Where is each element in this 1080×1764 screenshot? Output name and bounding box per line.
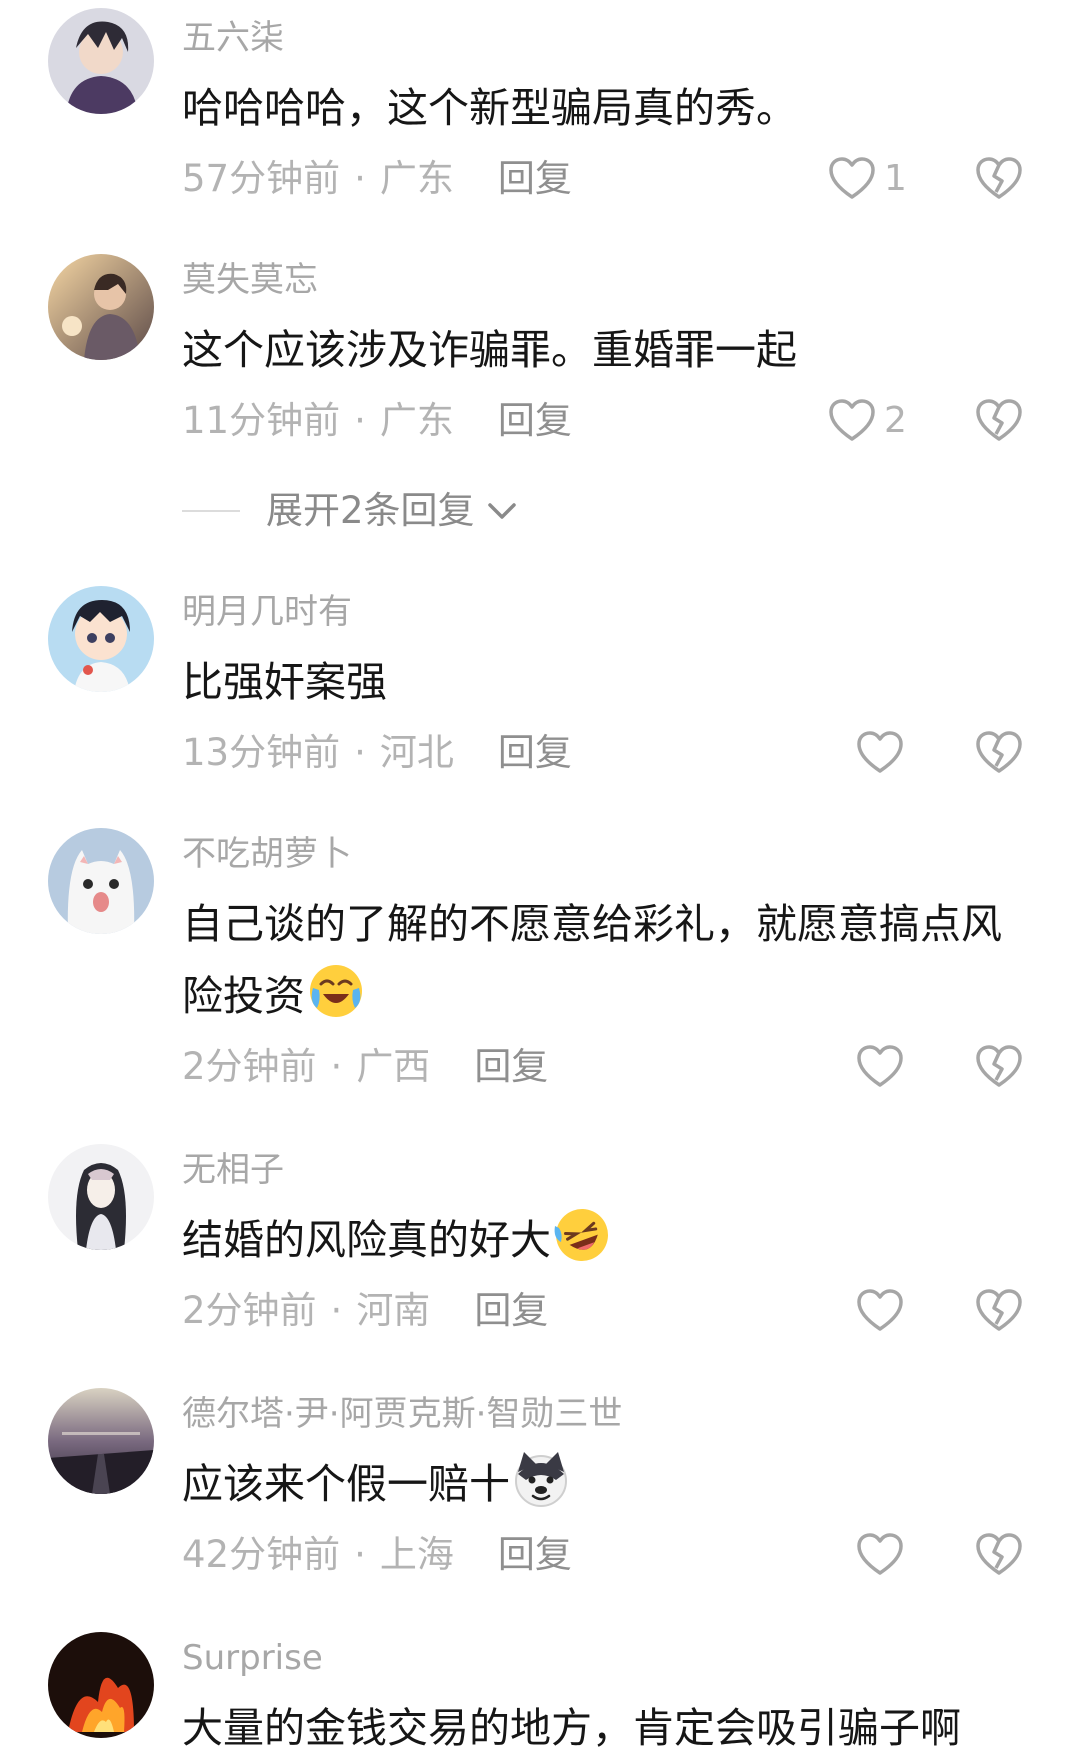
dislike-button[interactable] <box>975 1044 1023 1090</box>
broken-heart-icon <box>976 157 1022 199</box>
dislike-button[interactable] <box>975 1532 1023 1578</box>
comment-text: 哈哈哈哈，这个新型骗局真的秀。 <box>182 84 797 132</box>
avatar[interactable] <box>48 1144 154 1250</box>
comment-text-content: 结婚的风险真的好大 <box>182 1216 551 1264</box>
comment-text: 自己谈的了解的不愿意给彩礼，就愿意搞点风险投资 <box>182 888 1012 1032</box>
comment-time: 11分钟前 <box>182 399 341 442</box>
comment-meta: 2分钟前 · 河南 回复 <box>182 1288 548 1334</box>
reply-button[interactable]: 回复 <box>474 1045 548 1088</box>
username[interactable]: Surprise <box>182 1638 323 1678</box>
heart-icon <box>857 1533 903 1575</box>
comment-text: 大量的金钱交易的地方，肯定会吸引骗子啊 <box>182 1704 961 1752</box>
crying-laughing-emoji <box>307 962 365 1020</box>
meta-separator: · <box>330 1289 343 1332</box>
heart-icon <box>857 731 903 773</box>
username[interactable]: 明月几时有 <box>182 592 352 632</box>
reply-button[interactable]: 回复 <box>498 731 572 774</box>
heart-icon <box>857 1289 903 1331</box>
comment-meta: 57分钟前 · 广东 回复 <box>182 156 572 202</box>
heart-icon <box>857 1045 903 1087</box>
meta-separator: · <box>354 157 366 200</box>
comment-location: 河北 <box>379 731 454 774</box>
comment-text: 比强奸案强 <box>182 658 387 706</box>
comment-time: 42分钟前 <box>182 1533 341 1576</box>
avatar-image <box>48 1632 154 1738</box>
like-button[interactable] <box>856 1530 904 1580</box>
broken-heart-icon <box>976 1289 1022 1331</box>
username[interactable]: 不吃胡萝卜 <box>182 834 352 874</box>
rolling-laughing-emoji <box>553 1206 611 1264</box>
comment-time: 2分钟前 <box>182 1289 317 1332</box>
heart-icon <box>829 157 875 199</box>
comment-location: 广西 <box>356 1045 431 1088</box>
heart-icon <box>829 399 875 441</box>
broken-heart-icon <box>976 731 1022 773</box>
meta-separator: · <box>330 1045 343 1088</box>
chevron-down-icon <box>487 503 516 519</box>
avatar[interactable] <box>48 8 154 114</box>
dislike-button[interactable] <box>975 398 1023 444</box>
username[interactable]: 无相子 <box>182 1150 284 1190</box>
avatar-image <box>48 586 154 692</box>
username[interactable]: 德尔塔·尹·阿贾克斯·智勋三世 <box>182 1394 622 1434</box>
avatar[interactable] <box>48 586 154 692</box>
avatar[interactable] <box>48 828 154 934</box>
meta-separator: · <box>354 731 366 774</box>
avatar-image <box>48 1388 154 1494</box>
comment-time: 57分钟前 <box>182 157 341 200</box>
like-count: 1 <box>884 158 907 199</box>
comment-location: 河南 <box>356 1289 431 1332</box>
broken-heart-icon <box>976 1045 1022 1087</box>
avatar-image <box>48 8 154 114</box>
doge-emoji <box>512 1450 570 1508</box>
reply-button[interactable]: 回复 <box>498 1533 572 1576</box>
comment-meta: 2分钟前 · 广西 回复 <box>182 1044 548 1090</box>
reply-button[interactable]: 回复 <box>474 1289 548 1332</box>
like-count: 2 <box>884 400 907 441</box>
avatar[interactable] <box>48 1388 154 1494</box>
dislike-button[interactable] <box>975 730 1023 776</box>
like-button[interactable]: 1 <box>828 154 907 204</box>
expand-replies-button[interactable]: 展开2条回复 <box>182 488 519 534</box>
like-button[interactable] <box>856 1042 904 1092</box>
avatar[interactable] <box>48 254 154 360</box>
avatar-image <box>48 1144 154 1250</box>
comment-meta: 13分钟前 · 河北 回复 <box>182 730 572 776</box>
comment-text-content: 应该来个假一赔十 <box>182 1460 510 1508</box>
comment-text-content: 自己谈的了解的不愿意给彩礼，就愿意搞点风险投资 <box>182 900 1002 1020</box>
avatar-image <box>48 254 154 360</box>
comment-text: 应该来个假一赔十 <box>182 1448 1012 1520</box>
comment-text: 结婚的风险真的好大 <box>182 1204 1012 1276</box>
comment-time: 2分钟前 <box>182 1045 317 1088</box>
comment-location: 上海 <box>379 1533 454 1576</box>
broken-heart-icon <box>976 399 1022 441</box>
meta-separator: · <box>354 399 366 442</box>
reply-button[interactable]: 回复 <box>498 157 572 200</box>
dislike-button[interactable] <box>975 1288 1023 1334</box>
like-button[interactable] <box>856 728 904 778</box>
expand-replies-label: 展开2条回复 <box>266 489 475 532</box>
comment-meta: 42分钟前 · 上海 回复 <box>182 1532 572 1578</box>
avatar[interactable] <box>48 1632 154 1738</box>
comment-time: 13分钟前 <box>182 731 341 774</box>
username[interactable]: 莫失莫忘 <box>182 260 318 300</box>
like-button[interactable]: 2 <box>828 396 907 446</box>
comment-location: 广东 <box>379 399 454 442</box>
avatar-image <box>48 828 154 934</box>
dislike-button[interactable] <box>975 156 1023 202</box>
comment-location: 广东 <box>379 157 454 200</box>
reply-button[interactable]: 回复 <box>498 399 572 442</box>
expand-divider <box>182 510 240 512</box>
comment-text: 这个应该涉及诈骗罪。重婚罪一起 <box>182 326 797 374</box>
comment-meta: 11分钟前 · 广东 回复 <box>182 398 572 444</box>
username[interactable]: 五六柒 <box>182 18 284 58</box>
broken-heart-icon <box>976 1533 1022 1575</box>
meta-separator: · <box>354 1533 366 1576</box>
like-button[interactable] <box>856 1286 904 1336</box>
